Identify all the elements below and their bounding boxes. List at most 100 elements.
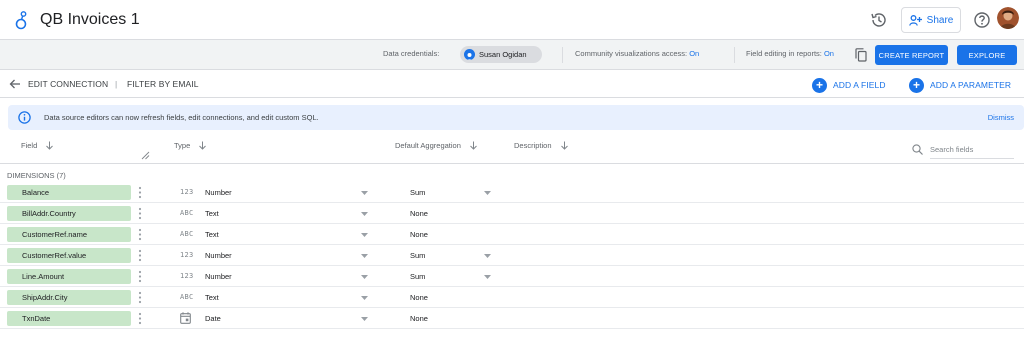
field-type-select[interactable]: Number — [205, 272, 232, 281]
data-source-title[interactable]: QB Invoices 1 — [40, 11, 140, 29]
field-type-select[interactable]: Text — [205, 230, 219, 239]
dropdown-caret-icon[interactable] — [361, 275, 368, 279]
dropdown-caret-icon[interactable] — [361, 296, 368, 300]
dropdown-caret-icon[interactable] — [361, 254, 368, 258]
dropdown-caret-icon[interactable] — [361, 191, 368, 195]
user-avatar[interactable] — [997, 7, 1019, 29]
field-name-chip[interactable]: TxnDate — [7, 311, 131, 326]
field-type-select[interactable]: Number — [205, 251, 232, 260]
aggregation-select[interactable]: Sum — [410, 272, 425, 281]
field-name-chip[interactable]: ShipAddr.City — [7, 290, 131, 305]
field-type-select[interactable]: Date — [205, 314, 221, 323]
text-type-icon: ABC — [180, 209, 194, 217]
more-vert-icon[interactable] — [136, 249, 144, 262]
add-circle-icon: + — [909, 77, 924, 93]
more-vert-icon[interactable] — [136, 207, 144, 220]
toolbar-separator: | — [115, 79, 118, 89]
credential-owner-name: Susan Ogidan — [479, 50, 527, 59]
divider — [562, 47, 563, 63]
dropdown-caret-icon[interactable] — [361, 233, 368, 237]
community-visualizations-setting[interactable]: Community visualizations access: On — [575, 49, 699, 58]
aggregation-select: None — [410, 314, 428, 323]
number-type-icon: 123 — [180, 251, 194, 259]
field-name-chip[interactable]: CustomerRef.name — [7, 227, 131, 242]
data-credentials-label: Data credentials: — [383, 49, 440, 58]
add-parameter-button[interactable]: + ADD A PARAMETER — [909, 77, 1011, 93]
dropdown-caret-icon[interactable] — [484, 254, 491, 258]
community-label: Community visualizations access: — [575, 49, 688, 58]
sort-arrow-icon — [199, 141, 207, 150]
editor-toolbar: EDIT CONNECTION | FILTER BY EMAIL + ADD … — [0, 70, 1024, 98]
aggregation-header-label: Default Aggregation — [395, 141, 461, 150]
aggregation-column-header[interactable]: Default Aggregation — [395, 141, 478, 161]
divider — [734, 47, 735, 63]
field-editing-setting[interactable]: Field editing in reports: On — [746, 49, 834, 58]
header-divider — [0, 163, 1024, 164]
column-resize-handle-icon[interactable] — [141, 151, 150, 160]
aggregation-select: None — [410, 293, 428, 302]
create-report-button[interactable]: CREATE REPORT — [875, 45, 948, 65]
version-history-icon[interactable] — [870, 11, 888, 29]
info-icon — [18, 111, 31, 124]
search-fields-input[interactable] — [930, 140, 1014, 159]
share-button[interactable]: Share — [901, 7, 961, 33]
copy-icon[interactable] — [855, 48, 867, 62]
field-editing-value: On — [823, 49, 834, 58]
field-column-header[interactable]: Field — [21, 141, 54, 161]
banner-message: Data source editors can now refresh fiel… — [44, 113, 319, 122]
add-field-button[interactable]: + ADD A FIELD — [812, 77, 886, 93]
field-row: Line.Amount 123 Number Sum — [0, 266, 1024, 287]
field-name-chip[interactable]: Line.Amount — [7, 269, 131, 284]
help-icon[interactable] — [973, 11, 991, 29]
more-vert-icon[interactable] — [136, 291, 144, 304]
info-banner: Data source editors can now refresh fiel… — [8, 105, 1024, 130]
number-type-icon: 123 — [180, 188, 194, 196]
community-value: On — [689, 49, 700, 58]
more-vert-icon[interactable] — [136, 270, 144, 283]
sort-arrow-icon — [560, 141, 568, 150]
more-vert-icon[interactable] — [136, 312, 144, 325]
description-column-header[interactable]: Description — [514, 141, 569, 161]
dropdown-caret-icon[interactable] — [484, 275, 491, 279]
sort-arrow-icon — [470, 141, 477, 150]
person-icon — [464, 49, 475, 60]
dimensions-section-label: DIMENSIONS (7) — [7, 171, 66, 180]
dropdown-caret-icon[interactable] — [484, 191, 491, 195]
add-person-icon — [908, 14, 922, 26]
credentials-owner-chip[interactable]: Susan Ogidan — [460, 46, 542, 63]
description-header-label: Description — [514, 141, 552, 150]
field-name-chip[interactable]: Balance — [7, 185, 131, 200]
field-name-chip[interactable]: CustomerRef.value — [7, 248, 131, 263]
aggregation-select[interactable]: Sum — [410, 251, 425, 260]
field-row: ShipAddr.City ABC Text None — [0, 287, 1024, 308]
app-header: QB Invoices 1 Share — [0, 0, 1024, 40]
text-type-icon: ABC — [180, 230, 194, 238]
more-vert-icon[interactable] — [136, 228, 144, 241]
field-type-select[interactable]: Text — [205, 209, 219, 218]
field-name-chip[interactable]: BillAddr.Country — [7, 206, 131, 221]
dropdown-caret-icon[interactable] — [361, 317, 368, 321]
aggregation-select[interactable]: Sum — [410, 188, 425, 197]
dropdown-caret-icon[interactable] — [361, 212, 368, 216]
field-row: BillAddr.Country ABC Text None — [0, 203, 1024, 224]
calendar-icon — [180, 312, 191, 324]
sort-arrow-icon — [46, 141, 54, 150]
fields-table: Balance 123 Number Sum BillAddr.Country … — [0, 182, 1024, 329]
field-row: Balance 123 Number Sum — [0, 182, 1024, 203]
field-type-select[interactable]: Number — [205, 188, 232, 197]
field-type-select[interactable]: Text — [205, 293, 219, 302]
more-vert-icon[interactable] — [136, 186, 144, 199]
field-row: TxnDate Date None — [0, 308, 1024, 329]
dismiss-button[interactable]: Dismiss — [988, 113, 1014, 122]
aggregation-select: None — [410, 209, 428, 218]
back-arrow-icon[interactable] — [9, 78, 21, 90]
field-row: CustomerRef.value 123 Number Sum — [0, 245, 1024, 266]
add-field-label: ADD A FIELD — [833, 80, 886, 90]
type-column-header[interactable]: Type — [174, 141, 207, 161]
text-type-icon: ABC — [180, 293, 194, 301]
type-header-label: Type — [174, 141, 191, 150]
filter-by-email-link[interactable]: FILTER BY EMAIL — [127, 79, 199, 89]
explore-button[interactable]: EXPLORE — [957, 45, 1017, 65]
edit-connection-link[interactable]: EDIT CONNECTION — [28, 79, 108, 89]
field-row: CustomerRef.name ABC Text None — [0, 224, 1024, 245]
